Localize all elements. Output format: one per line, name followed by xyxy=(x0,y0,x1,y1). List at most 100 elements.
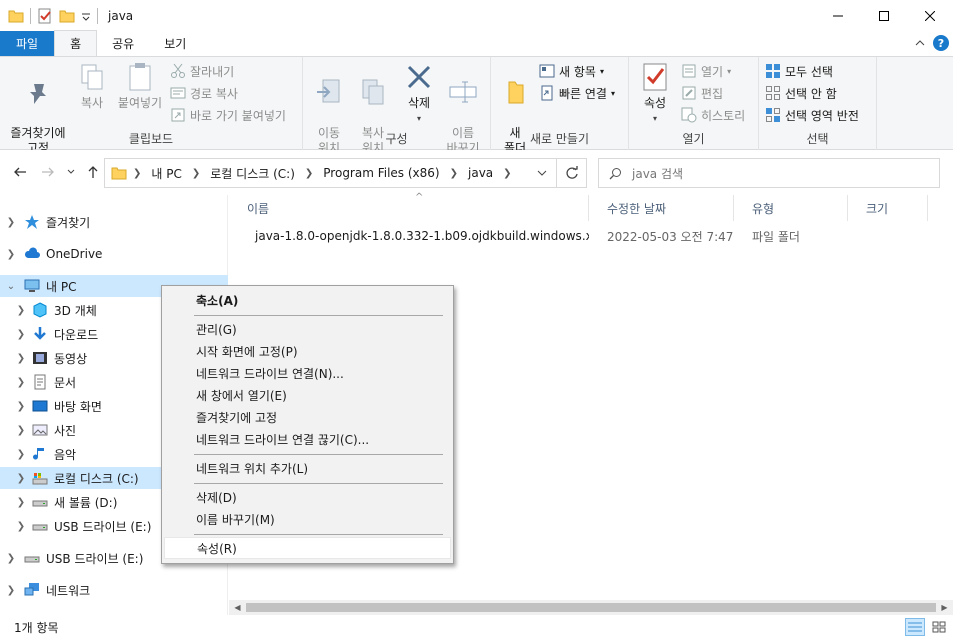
document-icon xyxy=(34,374,46,390)
separator xyxy=(97,7,98,24)
menu-item-pin-to-start[interactable]: 시작 화면에 고정(P) xyxy=(164,340,451,362)
chevron-right-icon[interactable]: ❯ xyxy=(186,168,206,179)
breadcrumb-java[interactable]: java xyxy=(464,166,497,180)
menu-item-open-new-window[interactable]: 새 창에서 열기(E) xyxy=(164,384,451,406)
details-view-button[interactable] xyxy=(905,618,925,636)
chevron-right-icon[interactable]: ❯ xyxy=(14,377,28,388)
back-button[interactable] xyxy=(11,163,29,181)
chevron-right-icon[interactable]: ❯ xyxy=(14,401,28,412)
close-icon xyxy=(925,10,935,21)
large-icons-view-button[interactable] xyxy=(929,618,949,636)
menu-item-delete[interactable]: 삭제(D) xyxy=(164,486,451,508)
cut-button[interactable]: 잘라내기 xyxy=(170,61,234,81)
open-group: 속성 ▾ 열기 ▾ 편집 히스토리 열기 xyxy=(629,57,759,150)
breadcrumb-program-files[interactable]: Program Files (x86) xyxy=(319,166,443,180)
chevron-right-icon[interactable]: ❯ xyxy=(4,249,18,260)
up-button[interactable] xyxy=(84,163,102,181)
edit-button[interactable]: 편집 xyxy=(681,83,723,103)
menu-item-map-network-drive[interactable]: 네트워크 드라이브 연결(N)... xyxy=(164,362,451,384)
column-header-name[interactable]: 이름 xyxy=(229,195,589,221)
address-history-button[interactable] xyxy=(532,159,552,187)
chevron-right-icon[interactable]: ❯ xyxy=(497,168,517,179)
properties-icon[interactable] xyxy=(37,8,53,24)
help-icon[interactable]: ? xyxy=(933,35,949,51)
column-header-size[interactable]: 크기 xyxy=(848,195,928,221)
select-none-button[interactable]: 선택 안 함 xyxy=(765,83,837,103)
chevron-right-icon[interactable]: ❯ xyxy=(4,553,18,564)
new-folder-icon[interactable] xyxy=(59,8,75,24)
chevron-right-icon[interactable]: ❯ xyxy=(14,521,28,532)
chevron-right-icon[interactable]: ❯ xyxy=(444,168,464,179)
tab-view[interactable]: 보기 xyxy=(149,31,201,56)
address-bar[interactable]: ❯ 내 PC ❯ 로컬 디스크 (C:) ❯ Program Files (x8… xyxy=(104,158,587,188)
drive-icon xyxy=(32,473,48,485)
chevron-right-icon[interactable]: ❯ xyxy=(14,305,28,316)
new-item-button[interactable]: 새 항목 ▾ xyxy=(539,61,604,81)
breadcrumb-local-disk[interactable]: 로컬 디스크 (C:) xyxy=(206,165,299,182)
close-button[interactable] xyxy=(907,0,953,31)
chevron-right-icon[interactable]: ❯ xyxy=(4,217,18,228)
title-bar: java xyxy=(0,0,953,31)
column-header-modified[interactable]: 수정한 날짜 xyxy=(589,195,734,221)
menu-item-rename[interactable]: 이름 바꾸기(M) xyxy=(164,508,451,530)
chevron-right-icon[interactable]: ❯ xyxy=(4,585,18,596)
chevron-right-icon[interactable]: ❯ xyxy=(299,168,319,179)
menu-item-add-network-location[interactable]: 네트워크 위치 추가(L) xyxy=(164,457,451,479)
nav-item-onedrive[interactable]: ❯ OneDrive xyxy=(0,243,228,265)
chevron-right-icon[interactable]: ❯ xyxy=(14,329,28,340)
chevron-right-icon[interactable]: ❯ xyxy=(14,473,28,484)
chevron-down-icon: ▾ xyxy=(610,88,615,98)
new-item-icon xyxy=(539,64,555,78)
chevron-right-icon[interactable]: ❯ xyxy=(14,449,28,460)
back-arrow-icon xyxy=(14,167,26,177)
file-row[interactable]: java-1.8.0-openjdk-1.8.0.332-1.b09.ojdkb… xyxy=(229,224,953,248)
copy-label: 복사 xyxy=(80,96,104,110)
refresh-button[interactable] xyxy=(556,159,586,187)
minimize-button[interactable] xyxy=(815,0,861,31)
column-header-type[interactable]: 유형 xyxy=(734,195,848,221)
menu-item-disconnect-network-drive[interactable]: 네트워크 드라이브 연결 끊기(C)... xyxy=(164,428,451,450)
menu-item-pin-to-quick-access[interactable]: 즐겨찾기에 고정 xyxy=(164,406,451,428)
horizontal-scrollbar[interactable]: ◀ ▶ xyxy=(229,600,953,615)
forward-button[interactable] xyxy=(39,163,57,181)
delete-button[interactable]: 삭제 ▾ xyxy=(399,61,439,126)
recent-locations-button[interactable] xyxy=(62,163,80,181)
chevron-right-icon[interactable]: ❯ xyxy=(14,425,28,436)
chevron-right-icon[interactable]: ❯ xyxy=(14,353,28,364)
quick-access-dropdown-icon[interactable] xyxy=(81,8,91,24)
properties-button[interactable]: 속성 ▾ xyxy=(635,61,675,126)
folder-icon xyxy=(111,167,127,180)
collapse-ribbon-icon[interactable] xyxy=(915,38,925,48)
copy-path-button[interactable]: 경로 복사 xyxy=(170,83,238,103)
menu-item-collapse[interactable]: 축소(A) xyxy=(164,289,451,311)
tab-file[interactable]: 파일 xyxy=(0,31,55,56)
copy-button[interactable]: 복사 xyxy=(72,61,112,111)
scroll-left-icon[interactable]: ◀ xyxy=(229,600,246,615)
tab-share[interactable]: 공유 xyxy=(97,31,149,56)
organize-group-label: 구성 xyxy=(385,132,408,146)
open-button[interactable]: 열기 ▾ xyxy=(681,61,731,81)
chevron-right-icon[interactable]: ❯ xyxy=(14,497,28,508)
breadcrumb-this-pc[interactable]: 내 PC xyxy=(147,165,185,182)
nav-item-label: 3D 개체 xyxy=(54,303,97,318)
maximize-button[interactable] xyxy=(861,0,907,31)
menu-item-manage[interactable]: 관리(G) xyxy=(164,318,451,340)
chevron-down-icon[interactable]: ⌄ xyxy=(4,281,18,292)
nav-item-network[interactable]: ❯ 네트워크 xyxy=(0,579,228,601)
tab-home[interactable]: 홈 xyxy=(54,30,98,56)
chevron-right-icon[interactable]: ❯ xyxy=(127,168,147,179)
search-box[interactable]: java 검색 xyxy=(598,158,940,188)
usb-drive-icon xyxy=(24,556,40,563)
select-all-button[interactable]: 모두 선택 xyxy=(765,61,833,81)
ribbon-tabs: 파일 홈 공유 보기 ? xyxy=(0,30,953,56)
paste-shortcut-button[interactable]: 바로 가기 붙여넣기 xyxy=(170,105,286,125)
menu-item-properties[interactable]: 속성(R) xyxy=(164,537,451,559)
search-placeholder: java 검색 xyxy=(632,166,684,181)
easy-access-button[interactable]: 빠른 연결 ▾ xyxy=(539,83,615,103)
invert-selection-button[interactable]: 선택 영역 반전 xyxy=(765,105,859,125)
scrollbar-thumb[interactable] xyxy=(246,603,936,612)
scroll-right-icon[interactable]: ▶ xyxy=(936,600,953,615)
history-button[interactable]: 히스토리 xyxy=(681,105,745,125)
paste-button[interactable]: 붙여넣기 xyxy=(114,61,166,111)
nav-item-quick-access[interactable]: ❯ 즐겨찾기 xyxy=(0,211,228,233)
